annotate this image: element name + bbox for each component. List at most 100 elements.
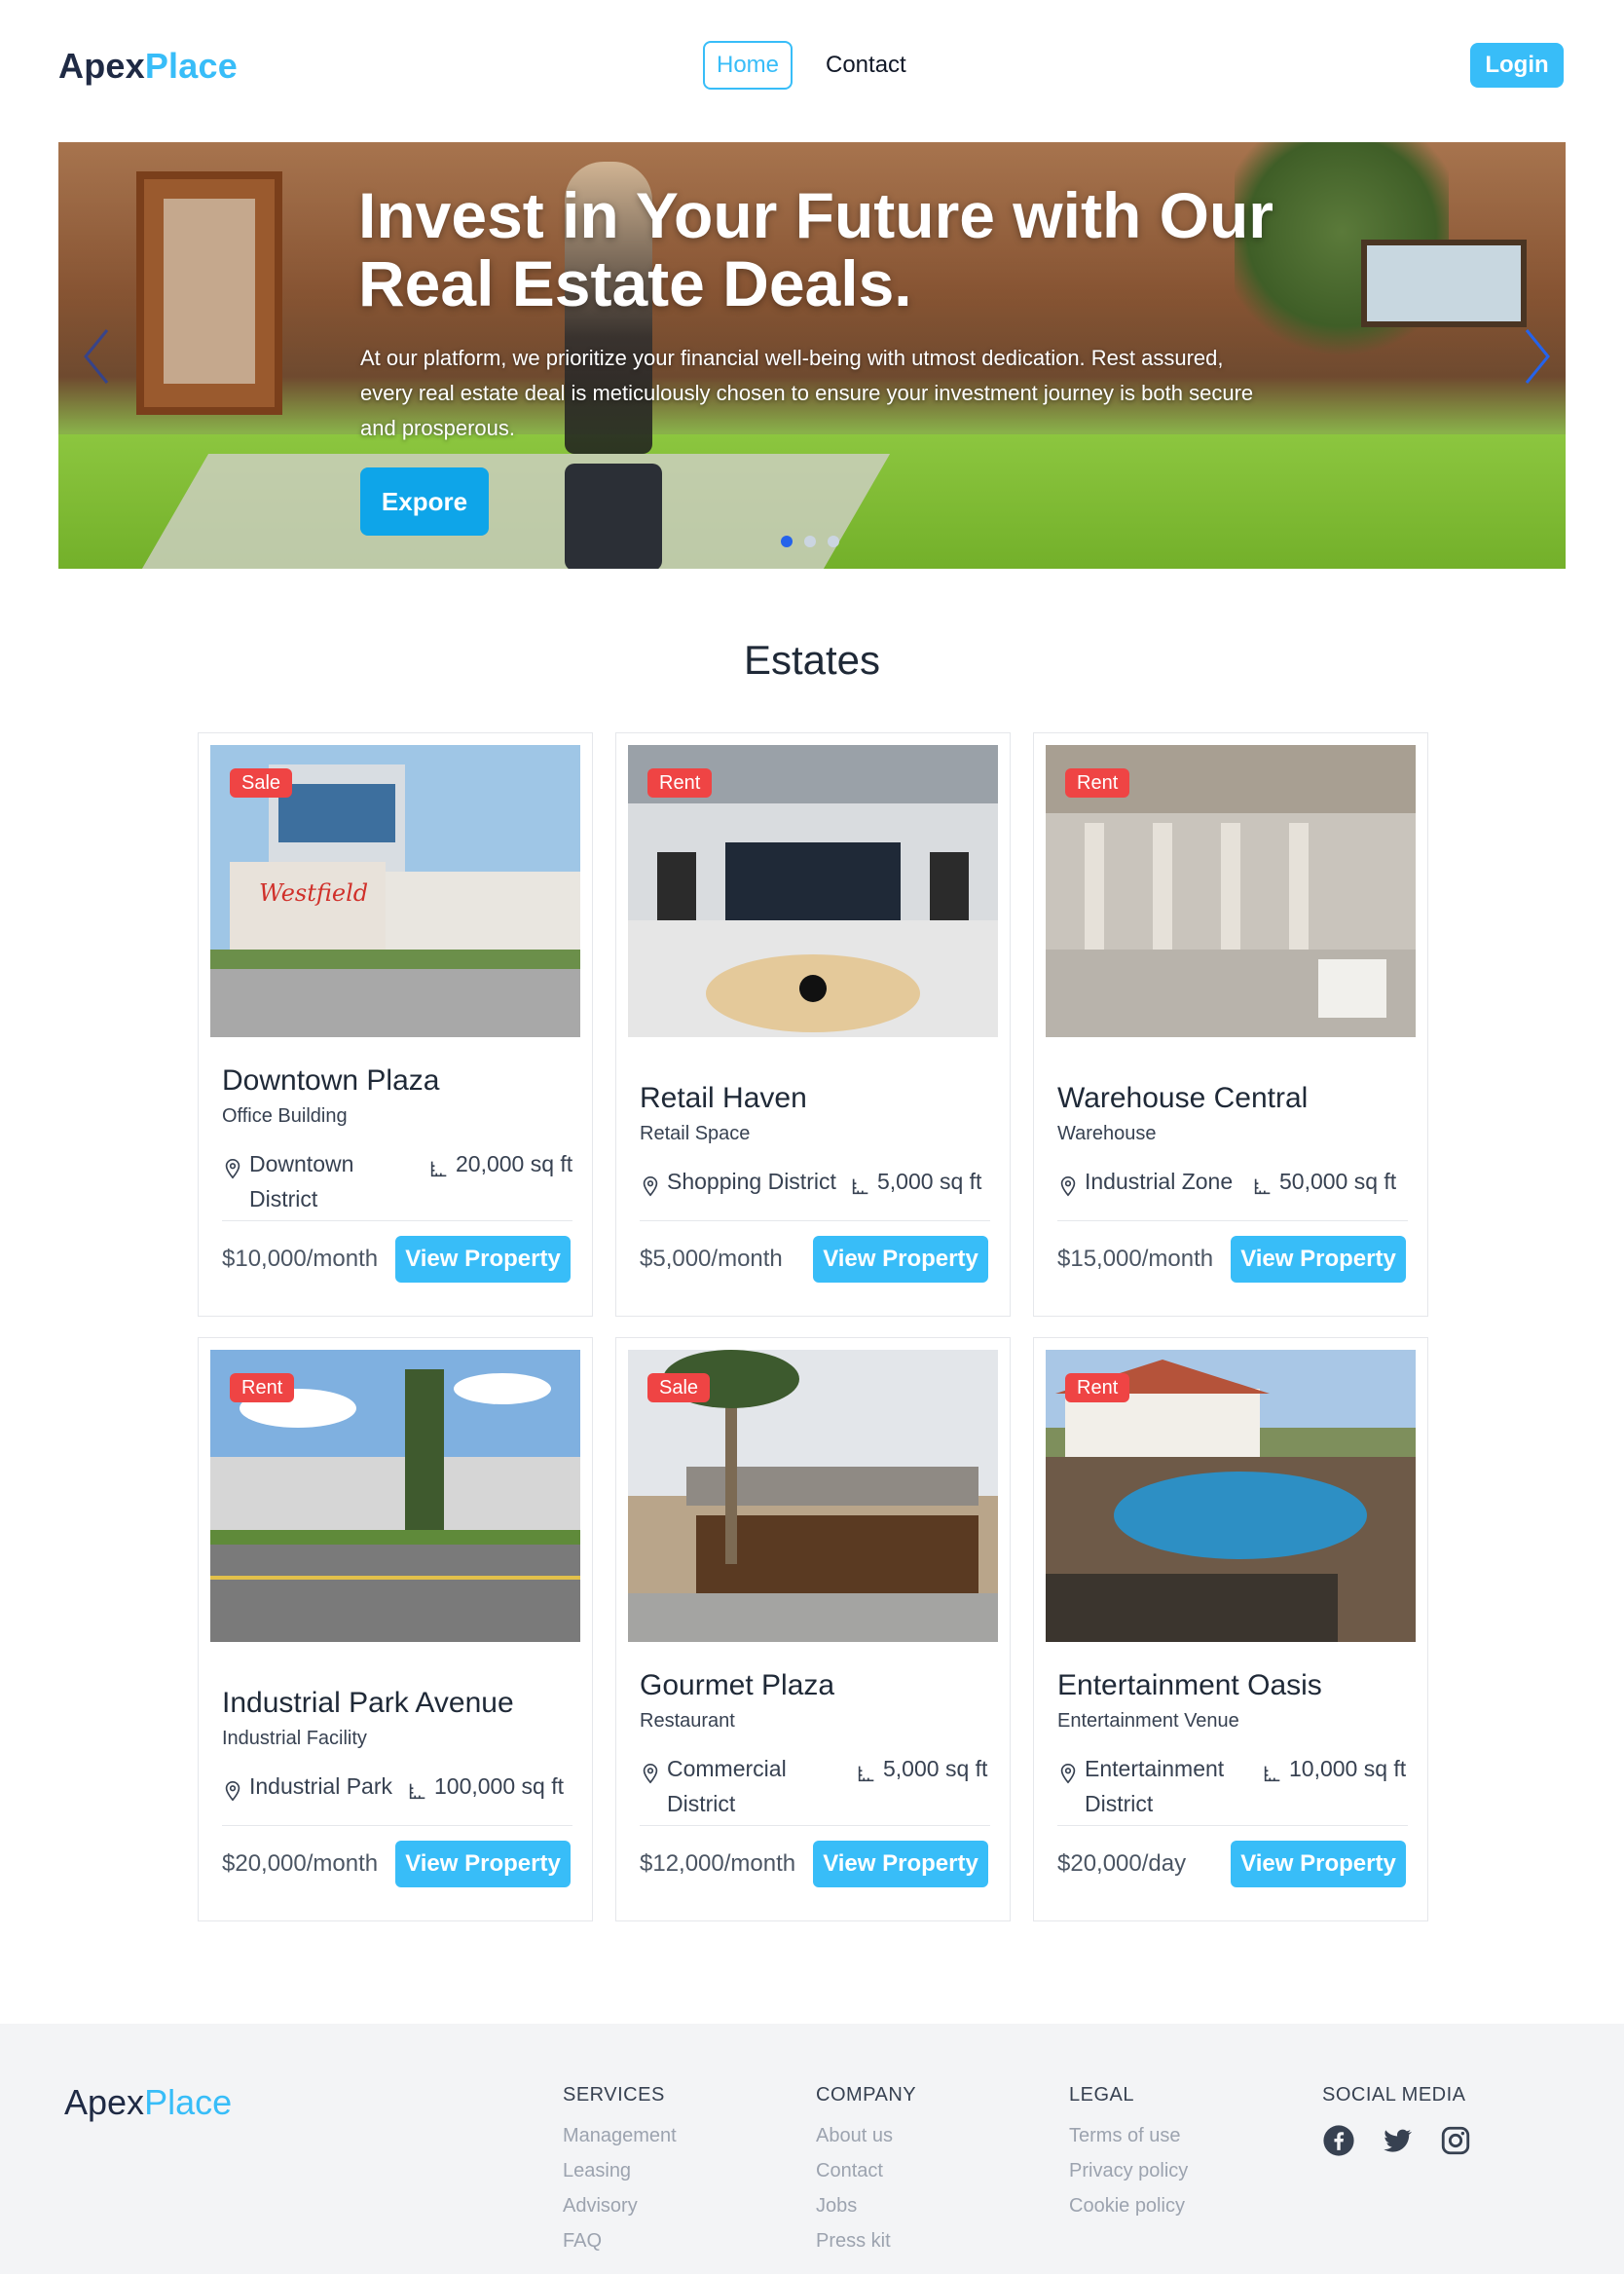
footer-social: SOCIAL MEDIA [1322, 2084, 1472, 2157]
property-area: 50,000 sq ft [1279, 1169, 1397, 1194]
view-property-button[interactable]: View Property [395, 1236, 571, 1283]
property-image: Rent [628, 745, 998, 1037]
property-location: Industrial Park [249, 1773, 393, 1799]
carousel-next-icon[interactable] [1517, 322, 1556, 391]
site-logo[interactable]: ApexPlace [58, 46, 238, 87]
listing-badge: Rent [230, 1373, 295, 1402]
footer-link-privacy[interactable]: Privacy policy [1069, 2153, 1188, 2188]
property-price: $12,000/month [640, 1850, 796, 1877]
instagram-icon[interactable] [1439, 2124, 1472, 2157]
view-property-button[interactable]: View Property [395, 1841, 571, 1887]
explore-button[interactable]: Expore [360, 467, 489, 536]
view-property-button[interactable]: View Property [813, 1236, 988, 1283]
location-pin-icon [1060, 1764, 1076, 1784]
area-ruler-icon [858, 1766, 874, 1782]
location-pin-icon [225, 1159, 240, 1179]
footer-link-leasing[interactable]: Leasing [563, 2153, 677, 2188]
property-name[interactable]: Retail Haven [640, 1082, 807, 1115]
property-name[interactable]: Industrial Park Avenue [222, 1687, 514, 1720]
carousel-dot-1[interactable] [781, 536, 793, 547]
login-button[interactable]: Login [1470, 43, 1564, 88]
property-name[interactable]: Gourmet Plaza [640, 1669, 834, 1702]
footer-legal-title: LEGAL [1069, 2084, 1134, 2106]
property-card: Rent Warehouse Central Warehouse Industr… [1033, 732, 1428, 1317]
property-type: Retail Space [640, 1123, 751, 1144]
footer-logo[interactable]: ApexPlace [64, 2082, 232, 2123]
location-pin-icon [1060, 1176, 1076, 1197]
carousel-dot-3[interactable] [828, 536, 839, 547]
carousel-prev-icon[interactable] [78, 322, 117, 391]
property-card: Rent Retail Haven Retail Space Shopping … [615, 732, 1011, 1317]
site-header: ApexPlace Home Contact Login [0, 0, 1624, 136]
footer-legal: LEGAL Terms of use Privacy policy Cookie… [1069, 2084, 1188, 2223]
property-image: Rent [1046, 745, 1416, 1037]
footer-link-contact[interactable]: Contact [816, 2153, 916, 2188]
carousel-indicators [781, 536, 839, 547]
footer-link-faq[interactable]: FAQ [563, 2223, 677, 2258]
nav-home-link[interactable]: Home [703, 41, 793, 90]
property-type: Industrial Facility [222, 1728, 367, 1749]
location-pin-icon [643, 1764, 658, 1784]
property-area: 5,000 sq ft [883, 1756, 988, 1781]
carousel-dot-2[interactable] [804, 536, 816, 547]
footer-link-jobs[interactable]: Jobs [816, 2188, 916, 2223]
property-card: Westfield Sale Downtown Plaza Office Bui… [198, 732, 593, 1317]
property-price: $15,000/month [1057, 1246, 1214, 1272]
location-pin-icon [225, 1781, 240, 1802]
listing-badge: Rent [647, 768, 713, 798]
footer-link-terms[interactable]: Terms of use [1069, 2118, 1188, 2153]
property-image: Rent [1046, 1350, 1416, 1642]
footer-social-title: SOCIAL MEDIA [1322, 2084, 1466, 2106]
footer-link-cookie[interactable]: Cookie policy [1069, 2188, 1188, 2223]
property-price: $5,000/month [640, 1246, 783, 1272]
property-location: Shopping District [667, 1169, 836, 1194]
property-location: Industrial Zone [1085, 1169, 1234, 1194]
footer-link-advisory[interactable]: Advisory [563, 2188, 677, 2223]
estates-heading: Estates [743, 637, 881, 683]
property-type: Warehouse [1057, 1123, 1157, 1144]
property-price: $10,000/month [222, 1246, 379, 1272]
listing-badge: Rent [1065, 768, 1130, 798]
property-type: Restaurant [640, 1710, 735, 1732]
footer-services-title: SERVICES [563, 2084, 665, 2106]
property-name[interactable]: Warehouse Central [1057, 1082, 1308, 1115]
property-location: Downtown District [249, 1151, 354, 1212]
property-name[interactable]: Entertainment Oasis [1057, 1669, 1322, 1702]
property-image: Rent [210, 1350, 580, 1642]
property-image: Westfield Sale [210, 745, 580, 1037]
property-image: Sale [628, 1350, 998, 1642]
svg-text:Westfield: Westfield [259, 879, 368, 907]
area-ruler-icon [852, 1178, 868, 1195]
property-card: Rent Industrial Park Avenue Industrial F… [198, 1337, 593, 1921]
footer-company-title: COMPANY [816, 2084, 917, 2106]
property-card: Sale Gourmet Plaza Restaurant Commercial… [615, 1337, 1011, 1921]
footer-services: SERVICES Management Leasing Advisory FAQ [563, 2084, 677, 2258]
property-area: 20,000 sq ft [456, 1151, 573, 1176]
view-property-button[interactable]: View Property [1231, 1236, 1406, 1283]
facebook-icon[interactable] [1322, 2124, 1355, 2157]
hero-title: Invest in Your Future with Our Real Esta… [358, 179, 1273, 319]
listing-badge: Sale [647, 1373, 711, 1402]
property-price: $20,000/day [1057, 1850, 1187, 1877]
property-type: Entertainment Venue [1057, 1710, 1239, 1732]
view-property-button[interactable]: View Property [1231, 1841, 1406, 1887]
hero-description: At our platform, we prioritize your fina… [360, 346, 1254, 440]
area-ruler-icon [1254, 1178, 1271, 1195]
property-location: Commercial District [667, 1756, 787, 1816]
property-price: $20,000/month [222, 1850, 379, 1877]
view-property-button[interactable]: View Property [813, 1841, 988, 1887]
footer-link-management[interactable]: Management [563, 2118, 677, 2153]
footer-link-about[interactable]: About us [816, 2118, 916, 2153]
footer-link-press-kit[interactable]: Press kit [816, 2223, 916, 2258]
location-pin-icon [643, 1176, 658, 1197]
property-name[interactable]: Downtown Plaza [222, 1064, 439, 1098]
twitter-icon[interactable] [1381, 2124, 1414, 2157]
area-ruler-icon [1264, 1766, 1280, 1782]
property-area: 5,000 sq ft [877, 1169, 982, 1194]
area-ruler-icon [409, 1783, 425, 1800]
property-card: Rent Entertainment Oasis Entertainment V… [1033, 1337, 1428, 1921]
property-area: 100,000 sq ft [434, 1773, 564, 1799]
property-location: Entertainment District [1085, 1756, 1225, 1816]
property-type: Office Building [222, 1105, 348, 1127]
nav-contact-link[interactable]: Contact [826, 41, 906, 90]
